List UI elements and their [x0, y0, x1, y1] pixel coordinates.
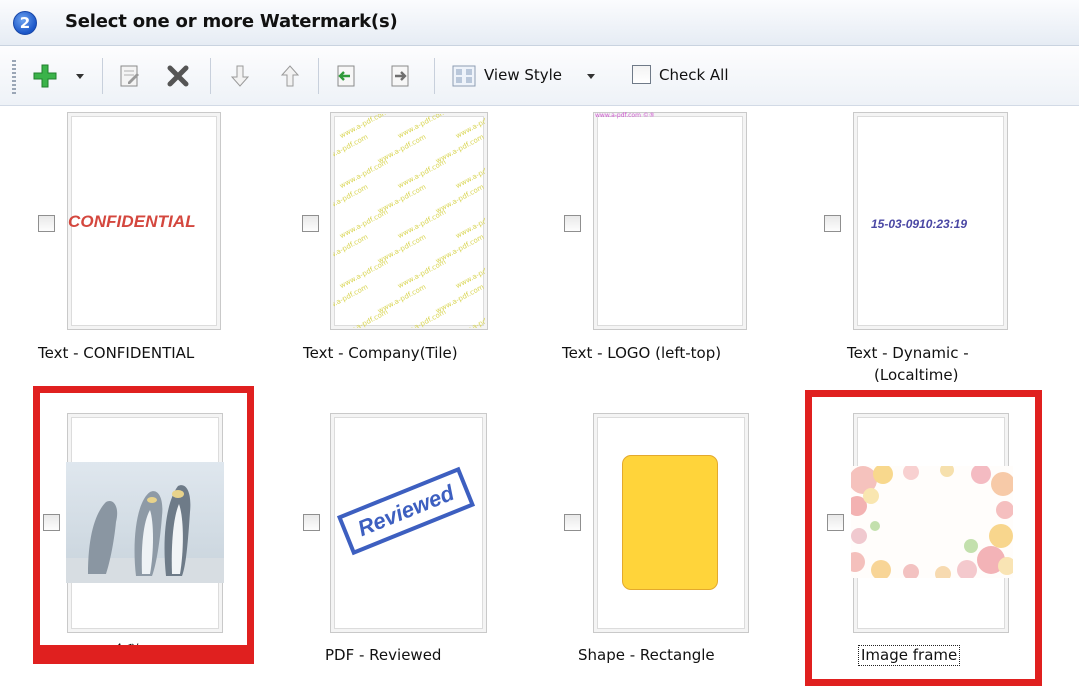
watermark-caption[interactable]: Text - LOGO (left-top)	[562, 344, 721, 363]
highlight-box-penguin-bottom	[33, 652, 254, 664]
check-all-checkbox[interactable]	[632, 65, 651, 84]
watermark-checkbox[interactable]	[564, 215, 581, 232]
export-icon	[391, 65, 409, 87]
toolbar-separator	[434, 58, 435, 94]
watermark-checkbox[interactable]	[302, 215, 319, 232]
logo-preview-text: www.a-pdf.com ©®	[595, 112, 655, 119]
watermark-checkbox[interactable]	[564, 514, 581, 531]
tile-watermark-word: www.a-pdf.com	[396, 307, 448, 328]
step-number-badge: 2	[13, 11, 37, 35]
watermark-checkbox[interactable]	[38, 215, 55, 232]
add-icon	[33, 64, 57, 88]
step-header: 2 Select one or more Watermark(s)	[0, 0, 1079, 46]
move-up-icon	[280, 65, 300, 87]
toolbar-separator	[210, 58, 211, 94]
toolbar-separator	[102, 58, 103, 94]
dynamic-preview-text: 15-03-0910:23:19	[871, 217, 968, 231]
view-style-dropdown-arrow[interactable]	[587, 74, 595, 79]
watermark-caption[interactable]: Shape - Rectangle	[578, 646, 715, 665]
watermark-checkbox[interactable]	[824, 215, 841, 232]
watermark-caption[interactable]: Text - Company(Tile)	[303, 344, 458, 363]
watermark-toolbar: View Style Check All	[0, 46, 1079, 106]
tile-watermark-word: www.a-pdf.com	[333, 132, 370, 166]
import-button[interactable]	[332, 60, 360, 92]
delete-icon	[167, 65, 189, 87]
add-button[interactable]	[28, 60, 62, 92]
check-all-label[interactable]: Check All	[659, 66, 729, 84]
watermark-caption[interactable]: PDF - Reviewed	[325, 646, 441, 665]
edit-button[interactable]	[116, 60, 144, 92]
watermark-checkbox[interactable]	[303, 514, 320, 531]
highlight-box-image-frame	[805, 390, 1042, 686]
tile-watermark-word: www.a-pdf.com	[333, 182, 370, 216]
tile-watermark-word: www.a-pdf.com	[333, 232, 370, 266]
toolbar-separator	[318, 58, 319, 94]
import-icon	[337, 65, 355, 87]
confidential-preview-text: CONFIDENTIAL	[68, 212, 196, 231]
view-style-button[interactable]	[450, 60, 478, 92]
tile-watermark-word: www.a-pdf.com	[333, 282, 370, 316]
watermark-caption[interactable]: Text - CONFIDENTIAL	[38, 344, 194, 363]
export-button[interactable]	[386, 60, 414, 92]
tile-watermark-preview: www.a-pdf.com www.a-pdf.com www.a-pdf.com w…	[333, 114, 485, 328]
add-dropdown-arrow[interactable]	[76, 74, 84, 79]
watermark-thumbnail[interactable]	[593, 112, 747, 330]
tile-watermark-word: www.a-pdf.com	[338, 307, 390, 328]
view-style-icon	[452, 65, 476, 87]
move-down-button[interactable]	[226, 60, 254, 92]
rectangle-shape-preview	[622, 455, 718, 590]
move-up-button[interactable]	[276, 60, 304, 92]
watermark-caption[interactable]: Text - Dynamic -	[847, 344, 969, 363]
watermark-caption-line2[interactable]: (Localtime)	[874, 366, 958, 385]
edit-icon	[120, 65, 139, 87]
tile-watermark-word: www.a-pdf.com	[454, 307, 485, 328]
toolbar-grip	[12, 60, 16, 94]
step-title: Select one or more Watermark(s)	[65, 11, 398, 32]
view-style-label[interactable]: View Style	[484, 66, 562, 84]
delete-button[interactable]	[163, 60, 193, 92]
move-down-icon	[230, 65, 250, 87]
highlight-box-penguin	[33, 386, 254, 652]
